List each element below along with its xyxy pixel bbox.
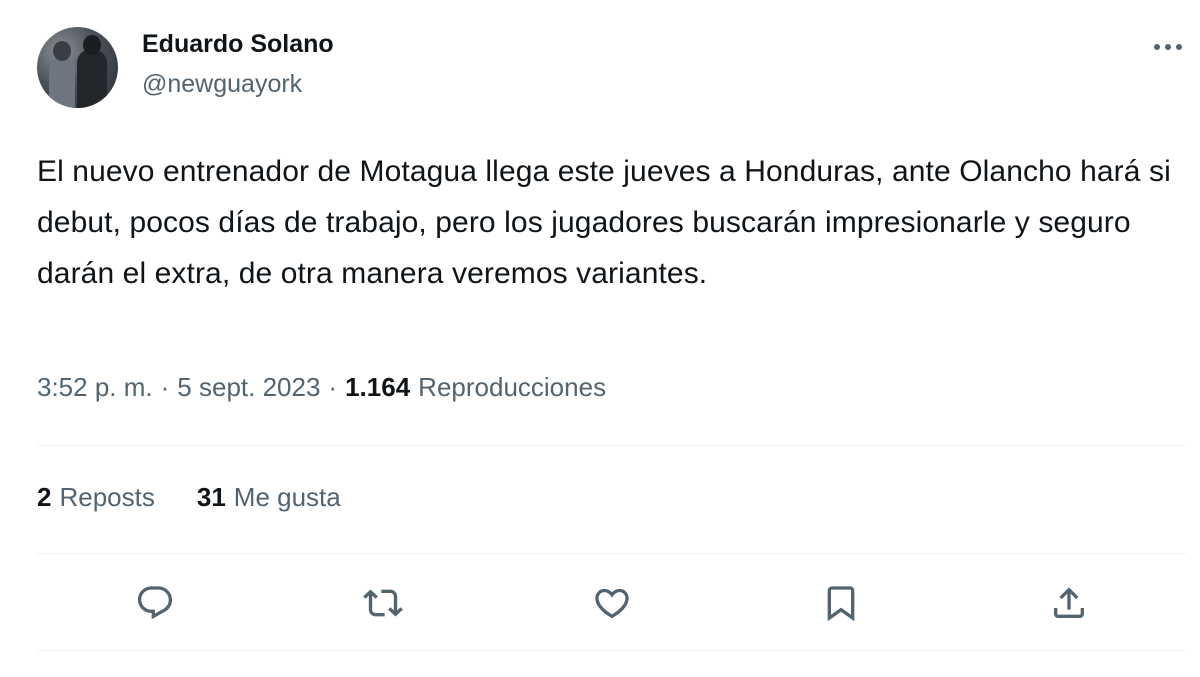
share-button[interactable] — [1047, 581, 1091, 625]
bookmark-button[interactable] — [819, 581, 863, 625]
tweet-time[interactable]: 3:52 p. m. — [37, 372, 153, 403]
likes-stat[interactable]: 31 Me gusta — [197, 482, 341, 513]
divider — [37, 553, 1187, 554]
divider — [37, 650, 1187, 651]
heart-icon — [595, 588, 629, 619]
tweet-card: Eduardo Solano @newguayork El nuevo entr… — [0, 0, 1200, 677]
avatar-head-right — [83, 35, 101, 55]
tweet-text: El nuevo entrenador de Motagua llega est… — [37, 155, 1171, 290]
meta-separator: · — [160, 372, 170, 402]
more-options-icon[interactable] — [1150, 36, 1186, 58]
avatar-head-left — [53, 41, 71, 61]
bookmark-icon — [827, 586, 855, 622]
like-button[interactable] — [590, 581, 634, 625]
repost-icon — [363, 589, 403, 617]
display-name[interactable]: Eduardo Solano — [142, 30, 334, 59]
reposts-stat[interactable]: 2 Reposts — [37, 482, 155, 513]
reply-icon — [137, 586, 173, 620]
user-avatar[interactable] — [37, 27, 118, 108]
views-count: 1.164 — [345, 372, 411, 402]
likes-label: Me gusta — [233, 482, 341, 512]
repost-button[interactable] — [361, 581, 405, 625]
reposts-label: Reposts — [59, 482, 155, 512]
avatar-figure-left — [49, 57, 75, 108]
tweet-stats: 2 Reposts 31 Me gusta — [37, 482, 341, 513]
share-icon — [1054, 587, 1084, 618]
views-label: Reproducciones — [418, 372, 607, 402]
likes-count: 31 — [196, 482, 226, 512]
reposts-count: 2 — [37, 482, 52, 512]
avatar-figure-right — [77, 49, 107, 108]
tweet-date[interactable]: 5 sept. 2023 — [177, 372, 320, 403]
reply-button[interactable] — [133, 581, 177, 625]
user-handle[interactable]: @newguayork — [142, 70, 302, 99]
tweet-meta: 3:52 p. m. · 5 sept. 2023 · 1.164 Reprod… — [37, 372, 606, 403]
meta-separator: · — [328, 372, 338, 402]
divider — [37, 445, 1187, 446]
